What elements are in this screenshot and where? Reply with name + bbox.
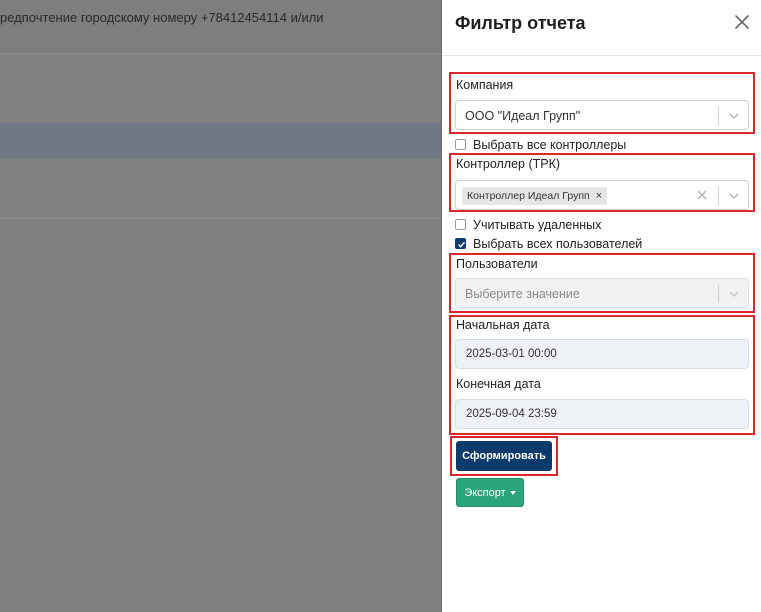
chevron-down-icon xyxy=(729,291,739,298)
panel-header: Фильтр отчета xyxy=(442,0,761,56)
company-select[interactable]: ООО "Идеал Групп" xyxy=(455,100,749,130)
select-all-users-row[interactable]: Выбрать всех пользователей xyxy=(455,237,655,251)
include-deleted-row[interactable]: Учитывать удаленных xyxy=(455,218,655,232)
select-all-controllers-checkbox[interactable] xyxy=(455,139,466,150)
select-all-users-checkbox[interactable] xyxy=(455,238,466,249)
clear-icon[interactable] xyxy=(696,189,708,201)
close-icon xyxy=(735,15,749,29)
bg-header-row: редпочтение городскому номеру +784124541… xyxy=(0,0,441,54)
end-date-input[interactable]: 2025-09-04 23:59 xyxy=(455,399,749,429)
users-select-placeholder: Выберите значение xyxy=(465,287,580,301)
report-filter-panel: Фильтр отчета Компания ООО "Идеал Групп"… xyxy=(441,0,761,612)
tag-remove-button[interactable]: × xyxy=(596,190,602,202)
select-separator xyxy=(718,187,719,205)
panel-title: Фильтр отчета xyxy=(455,13,586,33)
company-select-value: ООО "Идеал Групп" xyxy=(465,109,581,123)
select-separator xyxy=(718,107,719,125)
controller-tag-label: Контроллер Идеал Групп xyxy=(467,190,590,202)
include-deleted-checkbox[interactable] xyxy=(455,219,466,230)
caret-down-icon xyxy=(509,491,516,496)
users-select[interactable]: Выберите значение xyxy=(455,278,749,308)
start-date-value: 2025-03-01 00:00 xyxy=(466,348,557,360)
end-date-value: 2025-09-04 23:59 xyxy=(466,408,557,420)
users-label: Пользователи xyxy=(456,257,538,271)
bg-info-text: редпочтение городскому номеру +784124541… xyxy=(0,10,324,25)
select-all-controllers-row[interactable]: Выбрать все контроллеры xyxy=(455,138,655,152)
end-date-label: Конечная дата xyxy=(456,377,541,391)
controller-label: Контроллер (ТРК) xyxy=(456,157,561,171)
export-button-label: Экспорт xyxy=(464,487,506,499)
company-label: Компания xyxy=(456,78,514,92)
chevron-down-icon xyxy=(729,193,739,200)
select-separator xyxy=(718,285,719,303)
include-deleted-label: Учитывать удаленных xyxy=(473,218,602,232)
chevron-down-icon xyxy=(729,113,739,120)
controller-select[interactable]: Контроллер Идеал Групп × xyxy=(455,180,749,210)
generate-button[interactable]: Сформировать xyxy=(456,441,552,471)
start-date-label: Начальная дата xyxy=(456,318,550,332)
select-all-controllers-label: Выбрать все контроллеры xyxy=(473,138,627,152)
controller-tag: Контроллер Идеал Групп × xyxy=(462,187,608,205)
export-button[interactable]: Экспорт xyxy=(456,478,524,507)
checkmark-icon xyxy=(457,241,466,248)
bg-row xyxy=(0,54,441,122)
close-button[interactable] xyxy=(735,15,751,31)
select-all-users-label: Выбрать всех пользователей xyxy=(473,237,643,251)
page-backdrop: редпочтение городскому номеру +784124541… xyxy=(0,0,441,612)
bg-row xyxy=(0,159,441,219)
start-date-input[interactable]: 2025-03-01 00:00 xyxy=(455,339,749,369)
bg-row-selected xyxy=(0,122,441,159)
